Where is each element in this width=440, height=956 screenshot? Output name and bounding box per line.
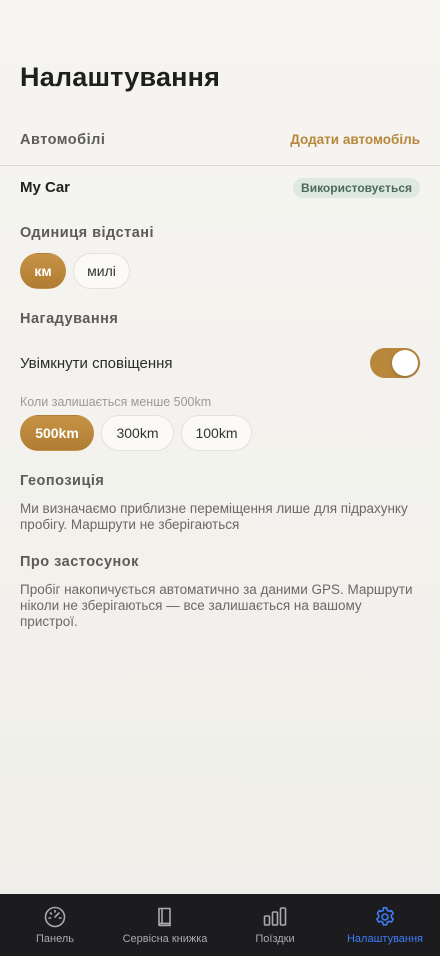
threshold-option-500[interactable]: 500km xyxy=(20,415,94,451)
threshold-option-300[interactable]: 300km xyxy=(101,415,174,451)
add-car-button[interactable]: Додати автомобіль xyxy=(290,132,420,147)
page-title: Налаштування xyxy=(20,62,221,92)
reminders-label: Нагадування xyxy=(20,311,119,327)
tab-service-book[interactable]: Сервісна книжка xyxy=(110,894,220,956)
cars-section-header: Автомобілі Додати автомобіль xyxy=(0,122,440,166)
tab-label: Панель xyxy=(35,933,74,945)
book-icon xyxy=(152,904,178,930)
notifications-row: Увімкнути сповіщення xyxy=(0,346,440,382)
geolocation-text: Ми визначаємо приблизне переміщення лише… xyxy=(20,501,408,532)
bar-chart-icon xyxy=(262,904,288,930)
threshold-options: 500km 300km 100km xyxy=(20,415,252,451)
geolocation-label: Геопозиція xyxy=(20,473,105,489)
tab-bar: Панель Сервісна книжка Поїздки Налаштува… xyxy=(0,894,440,956)
tab-trips[interactable]: Поїздки xyxy=(220,894,330,956)
tab-label: Поїздки xyxy=(255,933,295,945)
about-label: Про застосунок xyxy=(20,554,139,570)
about-text: Пробіг накопичується автоматично за дани… xyxy=(20,582,413,629)
car-name: My Car xyxy=(20,179,71,196)
in-use-badge: Використовується xyxy=(293,178,420,198)
notifications-toggle[interactable] xyxy=(370,348,420,378)
unit-option-miles[interactable]: милі xyxy=(73,253,130,289)
threshold-option-100[interactable]: 100km xyxy=(181,415,252,451)
tab-dashboard[interactable]: Панель xyxy=(0,894,110,956)
distance-unit-options: км милі xyxy=(20,253,130,289)
notifications-label: Увімкнути сповіщення xyxy=(20,355,173,372)
threshold-label: Коли залишається менше 500km xyxy=(20,395,212,409)
gear-icon xyxy=(372,904,398,930)
toggle-knob xyxy=(392,350,418,376)
tab-label: Налаштування xyxy=(346,933,424,945)
tab-label: Сервісна книжка xyxy=(122,933,208,945)
speedometer-icon xyxy=(42,904,68,930)
tab-settings[interactable]: Налаштування xyxy=(330,894,440,956)
unit-option-km[interactable]: км xyxy=(20,253,66,289)
distance-unit-label: Одиниця відстані xyxy=(20,225,155,241)
cars-section-label: Автомобілі xyxy=(20,132,106,148)
car-row[interactable]: My Car Використовується xyxy=(0,170,440,204)
